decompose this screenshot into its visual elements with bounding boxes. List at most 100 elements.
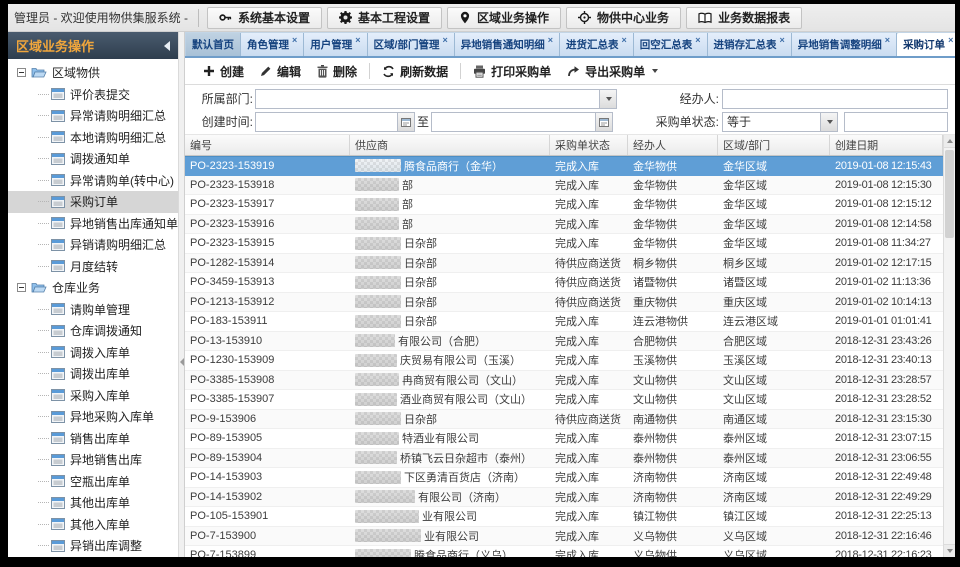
menubar-item[interactable]: 基本工程设置	[327, 7, 442, 29]
splitter-collapse-icon[interactable]	[180, 358, 184, 366]
tree-item[interactable]: 异常请购单(转中心)	[8, 170, 178, 192]
close-icon[interactable]: ×	[948, 36, 953, 45]
tree-item[interactable]: 调拨入库单	[8, 342, 178, 364]
calendar-trigger[interactable]	[595, 113, 612, 131]
tree-item[interactable]: 空瓶出库单	[8, 471, 178, 493]
created-to-input[interactable]	[432, 113, 595, 131]
tree-item[interactable]: 异地销售出库	[8, 449, 178, 471]
table-row[interactable]: PO-3385-153907酒业商贸有限公司（文山）完成入库文山物供文山区域20…	[185, 390, 943, 410]
column-header[interactable]: 区域/部门	[718, 135, 830, 155]
column-header[interactable]: 创建日期	[830, 135, 943, 155]
table-row[interactable]: PO-2323-153915日杂部完成入库金华物供金华区域2019-01-08 …	[185, 234, 943, 254]
vertical-scrollbar[interactable]	[943, 135, 955, 557]
tree-item[interactable]: 异地销售出库通知单	[8, 213, 178, 235]
close-icon[interactable]: ×	[780, 36, 785, 45]
close-icon[interactable]: ×	[885, 36, 890, 45]
toolbar-button[interactable]: 导出采购单	[559, 60, 666, 83]
tree-item[interactable]: 本地请购明细汇总	[8, 127, 178, 149]
table-row[interactable]: PO-1213-153912日杂部待供应商送货重庆物供重庆区域2019-01-0…	[185, 293, 943, 313]
close-icon[interactable]: ×	[622, 36, 627, 45]
tree-item[interactable]: 调拨出库单	[8, 363, 178, 385]
table-row[interactable]: PO-13-153910有限公司（合肥）完成入库合肥物供合肥区域2018-12-…	[185, 332, 943, 352]
tab[interactable]: 默认首页	[186, 33, 241, 56]
column-header[interactable]: 经办人	[628, 135, 718, 155]
table-row[interactable]: PO-2323-153919腾食品商行（金华）完成入库金华物供金华区域2019-…	[185, 156, 943, 176]
tab[interactable]: 用户管理×	[304, 33, 367, 56]
tree-item[interactable]: 采购入库单	[8, 385, 178, 407]
toolbar-button[interactable]: 删除	[309, 60, 365, 83]
table-row[interactable]: PO-7-153900业有限公司完成入库义乌物供义乌区域2018-12-31 2…	[185, 527, 943, 547]
tree-item[interactable]: 月度结转	[8, 256, 178, 278]
table-row[interactable]: PO-3385-153908冉商贸有限公司（文山）完成入库文山物供文山区域201…	[185, 371, 943, 391]
collapse-toggle-icon[interactable]	[17, 68, 26, 77]
agent-field[interactable]	[722, 89, 948, 109]
tree-item[interactable]: 异销出库调整	[8, 535, 178, 557]
tree-folder[interactable]: 仓库业务	[8, 277, 178, 299]
tab[interactable]: 进销存汇总表×	[708, 33, 792, 56]
menubar-item[interactable]: 区域业务操作	[447, 7, 561, 29]
table-row[interactable]: PO-183-153911日杂部完成入库连云港物供连云港区域2019-01-01…	[185, 312, 943, 332]
created-from-datefield[interactable]	[255, 112, 415, 132]
table-row[interactable]: PO-1282-153914日杂部待供应商送货桐乡物供桐乡区域2019-01-0…	[185, 254, 943, 274]
toolbar-button[interactable]: 打印采购单	[465, 60, 559, 83]
status-value-input[interactable]	[845, 113, 947, 131]
tree-item[interactable]: 销售出库单	[8, 428, 178, 450]
toolbar-button[interactable]: 创建	[195, 60, 252, 83]
table-row[interactable]: PO-89-153905特酒业有限公司完成入库泰州物供泰州区域2018-12-3…	[185, 429, 943, 449]
table-row[interactable]: PO-2323-153916部完成入库金华物供金华区域2019-01-08 12…	[185, 215, 943, 235]
menubar-item[interactable]: 业务数据报表	[686, 7, 802, 29]
close-icon[interactable]: ×	[292, 36, 297, 45]
department-combobox[interactable]	[255, 89, 617, 109]
table-row[interactable]: PO-3459-153913日杂部待供应商送货诸暨物供诸暨区域2019-01-0…	[185, 273, 943, 293]
dropdown-trigger[interactable]	[820, 113, 837, 131]
dropdown-trigger[interactable]	[599, 90, 616, 108]
scrollbar-thumb[interactable]	[945, 150, 954, 238]
tree-item[interactable]: 异销请购明细汇总	[8, 234, 178, 256]
tree-item[interactable]: 评价表提交	[8, 84, 178, 106]
table-row[interactable]: PO-7-153899腾食品商行（义乌）完成入库义乌物供义乌区域2018-12-…	[185, 546, 943, 557]
status-operator-combobox[interactable]: 等于	[722, 112, 838, 132]
tree-item[interactable]: 请购单管理	[8, 299, 178, 321]
tree-item[interactable]: 其他出库单	[8, 492, 178, 514]
panel-splitter[interactable]	[178, 32, 185, 557]
column-header[interactable]: 采购单状态	[550, 135, 628, 155]
tab[interactable]: 角色管理×	[241, 33, 304, 56]
menubar-item[interactable]: 系统基本设置	[207, 7, 322, 29]
column-header[interactable]: 供应商	[350, 135, 550, 155]
table-row[interactable]: PO-9-153906日杂部待供应商送货南通物供南通区域2018-12-31 2…	[185, 410, 943, 430]
toolbar-button[interactable]: 刷新数据	[374, 60, 456, 83]
close-icon[interactable]: ×	[695, 36, 700, 45]
scroll-down-button[interactable]	[944, 544, 955, 557]
menubar-item[interactable]: 物供中心业务	[566, 7, 681, 29]
table-row[interactable]: PO-2323-153918部完成入库金华物供金华区域2019-01-08 12…	[185, 176, 943, 196]
tab[interactable]: 采购订单×	[897, 33, 955, 56]
column-header[interactable]: 编号	[185, 135, 350, 155]
scroll-up-button[interactable]	[944, 135, 955, 148]
tree-item[interactable]: 仓库调拨通知	[8, 320, 178, 342]
tree-item[interactable]: 调拨通知单	[8, 148, 178, 170]
tab[interactable]: 区域/部门管理×	[368, 33, 455, 56]
tree-item[interactable]: 异地采购入库单	[8, 406, 178, 428]
table-row[interactable]: PO-89-153904桥镇飞云日杂超市（泰州）完成入库泰州物供泰州区域2018…	[185, 449, 943, 469]
toolbar-button[interactable]: 编辑	[252, 60, 309, 83]
tree-item[interactable]: 其他入库单	[8, 514, 178, 536]
tree-item[interactable]: 采购订单	[8, 191, 178, 213]
tab[interactable]: 异地销售通知明细×	[455, 33, 560, 56]
collapse-toggle-icon[interactable]	[17, 283, 26, 292]
close-icon[interactable]: ×	[355, 36, 360, 45]
tree-item[interactable]: 异常请购明细汇总	[8, 105, 178, 127]
tree-folder[interactable]: 区域物供	[8, 62, 178, 84]
tab[interactable]: 异地销售调整明细×	[792, 33, 897, 56]
created-to-datefield[interactable]	[431, 112, 613, 132]
table-row[interactable]: PO-14-153903下区勇清百货店（济南）完成入库济南物供济南区域2018-…	[185, 468, 943, 488]
status-value-field[interactable]	[844, 112, 948, 132]
close-icon[interactable]: ×	[548, 36, 553, 45]
calendar-trigger[interactable]	[397, 113, 414, 131]
agent-input[interactable]	[723, 90, 947, 108]
table-row[interactable]: PO-2323-153917部完成入库金华物供金华区域2019-01-08 12…	[185, 195, 943, 215]
created-from-input[interactable]	[256, 113, 397, 131]
table-row[interactable]: PO-105-153901业有限公司完成入库镇江物供镇江区域2018-12-31…	[185, 507, 943, 527]
department-input[interactable]	[256, 90, 599, 108]
table-row[interactable]: PO-1230-153909庆贸易有限公司（玉溪）完成入库玉溪物供玉溪区域201…	[185, 351, 943, 371]
tab[interactable]: 回空汇总表×	[634, 33, 708, 56]
